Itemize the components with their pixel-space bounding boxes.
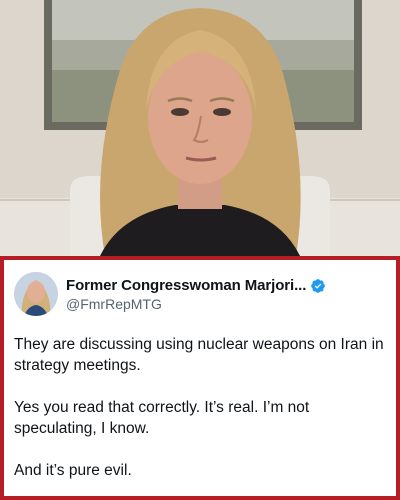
verified-badge-icon [310,278,326,294]
avatar-image [14,272,58,316]
tweet-paragraph: And it’s pure evil. [14,462,132,479]
tweet-body: They are discussing using nuclear weapon… [14,334,386,500]
tweet-card: Former Congresswoman Marjori... @FmrRepM… [0,256,400,500]
author-line: Former Congresswoman Marjori... [66,277,388,294]
author-block: Former Congresswoman Marjori... @FmrRepM… [66,277,388,312]
video-still [0,0,400,256]
tweet-paragraph: Yes you read that correctly. It’s real. … [14,399,310,437]
tweet-paragraph: They are discussing using nuclear weapon… [14,336,384,374]
author-handle[interactable]: @FmrRepMTG [66,296,388,312]
tweet-header: Former Congresswoman Marjori... @FmrRepM… [12,270,388,320]
speaker-image [0,0,400,256]
author-name[interactable]: Former Congresswoman Marjori... [66,277,306,294]
avatar[interactable] [14,272,58,316]
